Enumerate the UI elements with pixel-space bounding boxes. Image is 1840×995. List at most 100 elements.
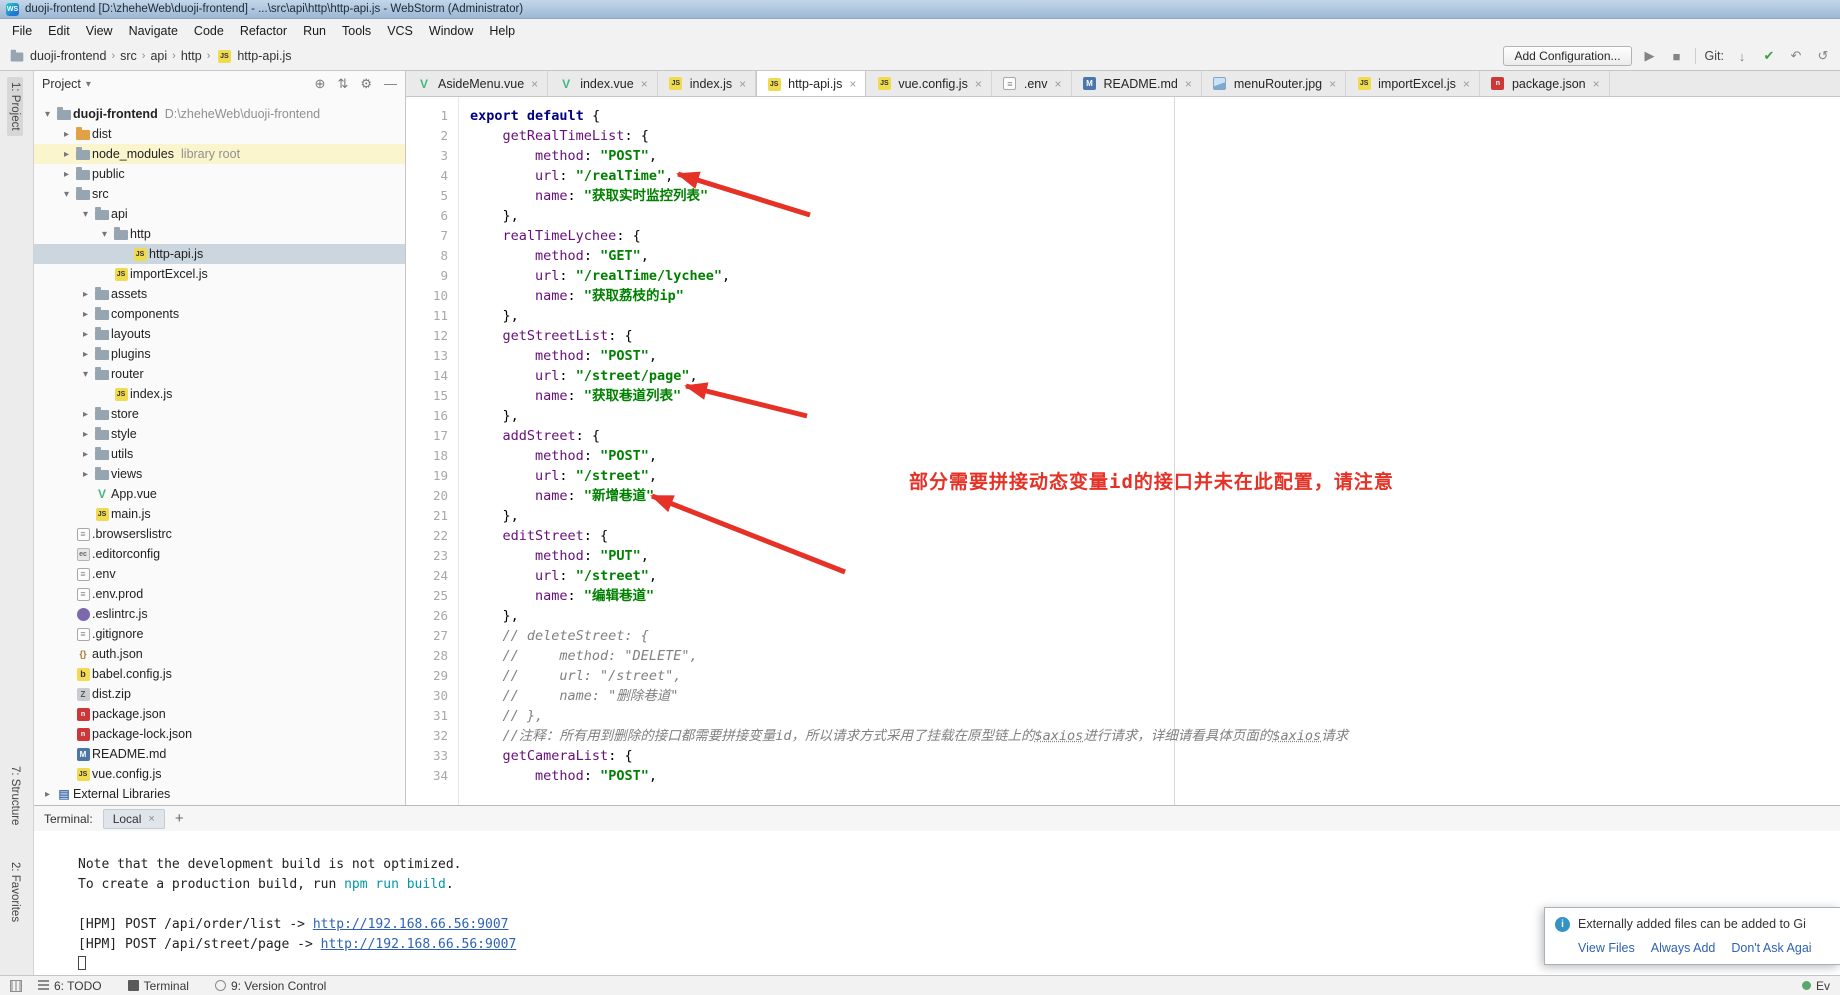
chevron-right-icon[interactable]: ▸ xyxy=(59,129,74,140)
tree-item[interactable]: {}auth.json xyxy=(34,644,405,664)
chevron-right-icon[interactable]: ▸ xyxy=(78,309,93,320)
tree-item[interactable]: ▾api xyxy=(34,204,405,224)
tab-close-icon[interactable]: × xyxy=(975,77,982,91)
menu-item-view[interactable]: View xyxy=(78,22,121,40)
notification-action-don-t-ask-agai[interactable]: Don't Ask Agai xyxy=(1731,941,1811,955)
chevron-right-icon[interactable]: ▸ xyxy=(40,789,55,800)
terminal-link[interactable]: http://192.168.66.56:9007 xyxy=(313,917,509,932)
breadcrumb-item[interactable]: duoji-frontend xyxy=(8,49,106,63)
tab-close-icon[interactable]: × xyxy=(739,77,746,91)
menu-item-run[interactable]: Run xyxy=(295,22,334,40)
settings-gear-icon[interactable]: ⚙ xyxy=(360,76,372,92)
git-update-icon[interactable]: ↓ xyxy=(1733,49,1751,64)
editor-tab[interactable]: JShttp-api.js× xyxy=(756,71,866,97)
menu-item-refactor[interactable]: Refactor xyxy=(232,22,295,40)
tree-item[interactable]: .eslintrc.js xyxy=(34,604,405,624)
menu-item-edit[interactable]: Edit xyxy=(40,22,78,40)
tree-item[interactable]: ▸components xyxy=(34,304,405,324)
tab-close-icon[interactable]: × xyxy=(1185,77,1192,91)
tab-close-icon[interactable]: × xyxy=(641,77,648,91)
tree-item[interactable]: Zdist.zip xyxy=(34,684,405,704)
chevron-right-icon[interactable]: ▸ xyxy=(59,169,74,180)
menu-item-code[interactable]: Code xyxy=(186,22,232,40)
tree-item[interactable]: ▸layouts xyxy=(34,324,405,344)
menu-item-window[interactable]: Window xyxy=(421,22,481,40)
tree-item[interactable]: ec.editorconfig xyxy=(34,544,405,564)
play-icon[interactable]: ▶ xyxy=(1641,48,1659,64)
chevron-right-icon[interactable]: ▸ xyxy=(78,449,93,460)
chevron-right-icon[interactable]: ▸ xyxy=(78,289,93,300)
editor-tab[interactable]: VAsideMenu.vue× xyxy=(406,71,548,96)
tab-close-icon[interactable]: × xyxy=(1463,77,1470,91)
add-configuration-button[interactable]: Add Configuration... xyxy=(1503,46,1631,66)
tab-close-icon[interactable]: × xyxy=(531,77,538,91)
breadcrumb-item[interactable]: JShttp-api.js xyxy=(215,49,291,63)
tree-item[interactable]: ▾src xyxy=(34,184,405,204)
menu-item-help[interactable]: Help xyxy=(481,22,523,40)
editor-tab[interactable]: ≡.env× xyxy=(992,71,1072,96)
editor-tab[interactable]: JSvue.config.js× xyxy=(866,71,992,96)
chevron-right-icon[interactable]: ▸ xyxy=(78,429,93,440)
locate-icon[interactable]: ⊕ xyxy=(315,76,326,92)
tab-close-icon[interactable]: × xyxy=(1329,77,1336,91)
menu-item-tools[interactable]: Tools xyxy=(334,22,379,40)
new-terminal-button[interactable]: + xyxy=(175,810,184,827)
chevron-right-icon[interactable]: ▸ xyxy=(59,149,74,160)
chevron-down-icon[interactable]: ▾ xyxy=(78,369,93,380)
tree-item[interactable]: VApp.vue xyxy=(34,484,405,504)
tree-item[interactable]: ▸public xyxy=(34,164,405,184)
chevron-down-icon[interactable]: ▾ xyxy=(97,229,112,240)
chevron-down-icon[interactable]: ▾ xyxy=(86,79,91,90)
tree-item[interactable]: npackage-lock.json xyxy=(34,724,405,744)
chevron-right-icon[interactable]: ▸ xyxy=(78,469,93,480)
tab-close-icon[interactable]: × xyxy=(148,813,154,825)
tree-item[interactable]: MREADME.md xyxy=(34,744,405,764)
tree-item[interactable]: ▸dist xyxy=(34,124,405,144)
chevron-right-icon[interactable]: ▸ xyxy=(78,409,93,420)
terminal-link[interactable]: http://192.168.66.56:9007 xyxy=(321,937,517,952)
notification-action-always-add[interactable]: Always Add xyxy=(1651,941,1716,955)
breadcrumb-item[interactable]: api xyxy=(150,49,167,63)
git-commit-icon[interactable]: ✔ xyxy=(1760,48,1778,64)
tree-item[interactable]: ▸views xyxy=(34,464,405,484)
chevron-down-icon[interactable]: ▾ xyxy=(59,189,74,200)
tree-item[interactable]: ▾http xyxy=(34,224,405,244)
editor-tab[interactable]: JSimportExcel.js× xyxy=(1346,71,1480,96)
tree-item[interactable]: ▾duoji-frontendD:\zheheWeb\duoji-fronten… xyxy=(34,104,405,124)
tab-close-icon[interactable]: × xyxy=(1054,77,1061,91)
collapse-all-icon[interactable]: ⇅ xyxy=(337,76,348,92)
chevron-down-icon[interactable]: ▾ xyxy=(40,109,55,120)
tree-item[interactable]: JSvue.config.js xyxy=(34,764,405,784)
editor-tab[interactable]: Vindex.vue× xyxy=(548,71,658,96)
tree-item[interactable]: ≡.gitignore xyxy=(34,624,405,644)
chevron-down-icon[interactable]: ▾ xyxy=(78,209,93,220)
editor-tab[interactable]: npackage.json× xyxy=(1480,71,1610,96)
editor-tab[interactable]: menuRouter.jpg× xyxy=(1202,71,1346,96)
notification-action-view-files[interactable]: View Files xyxy=(1578,941,1635,955)
code-editor[interactable]: 1export default {2 getRealTimeList: {3 m… xyxy=(406,97,1840,805)
tab-close-icon[interactable]: × xyxy=(1593,77,1600,91)
tree-item[interactable]: ▸utils xyxy=(34,444,405,464)
tree-item[interactable]: ≡.browserslistrc xyxy=(34,524,405,544)
chevron-right-icon[interactable]: ▸ xyxy=(78,349,93,360)
tool-button-project[interactable]: 1: Project xyxy=(7,77,23,136)
statusbar-item-terminal[interactable]: Terminal xyxy=(128,979,189,993)
event-log-button[interactable]: Ev xyxy=(1802,979,1830,993)
tool-button-favorites[interactable]: 2: Favorites xyxy=(7,857,23,927)
tree-item[interactable]: npackage.json xyxy=(34,704,405,724)
tree-item[interactable]: ▸node_moduleslibrary root xyxy=(34,144,405,164)
tree-item[interactable]: ▸plugins xyxy=(34,344,405,364)
menu-item-vcs[interactable]: VCS xyxy=(379,22,421,40)
tab-close-icon[interactable]: × xyxy=(849,77,856,91)
hide-panel-icon[interactable]: — xyxy=(384,76,397,92)
tree-item[interactable]: ▸▤External Libraries xyxy=(34,784,405,804)
tree-item[interactable]: JSindex.js xyxy=(34,384,405,404)
breadcrumb-item[interactable]: src xyxy=(120,49,137,63)
terminal-tab-local[interactable]: Local × xyxy=(103,809,165,829)
toolwindow-switcher-icon[interactable] xyxy=(10,980,22,992)
tree-item[interactable]: ≡.env xyxy=(34,564,405,584)
tree-item[interactable]: ▸store xyxy=(34,404,405,424)
tree-item[interactable]: ▸style xyxy=(34,424,405,444)
chevron-right-icon[interactable]: ▸ xyxy=(78,329,93,340)
editor-tab[interactable]: JSindex.js× xyxy=(658,71,756,96)
